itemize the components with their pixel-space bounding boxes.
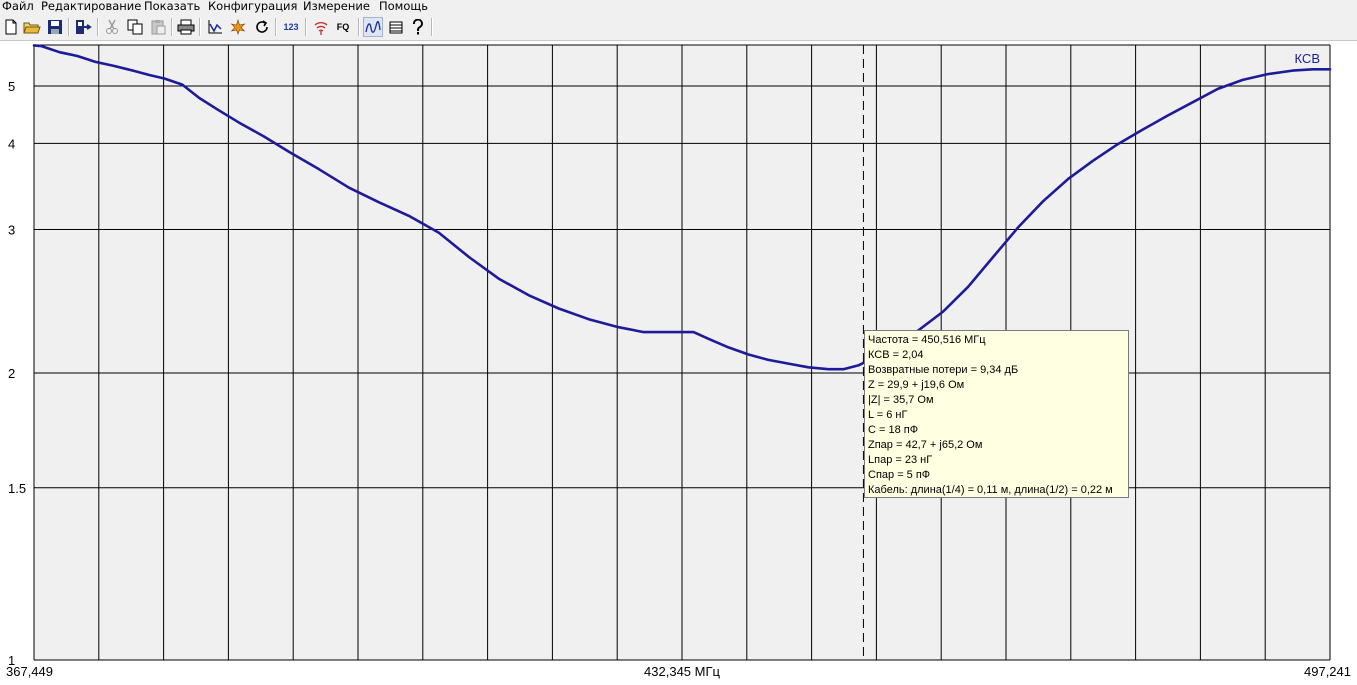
vertical-grid xyxy=(33,45,1331,660)
series-legend-label: КСВ xyxy=(1295,51,1321,66)
vswr-chart[interactable]: 11.52345 КСВ 367,449 432,345 МГц 497,241 xyxy=(0,0,1357,685)
readout-line: Cпар = 5 пФ xyxy=(868,469,931,481)
readout-line: Частота = 450,516 МГц xyxy=(868,334,986,346)
y-tick-label: 4 xyxy=(8,136,15,151)
y-tick-labels: 11.52345 xyxy=(8,79,26,668)
cursor-readout-tooltip: Частота = 450,516 МГц КСВ = 2,04 Возвратны… xyxy=(864,330,1129,498)
x-tick-label-left: 367,449 xyxy=(6,664,53,679)
readout-line: Кабель: длина(1/4) = 0,11 м, длина(1/2) … xyxy=(868,484,1113,496)
y-tick-label: 3 xyxy=(8,223,15,238)
readout-line: Возвратные потери = 9,34 дБ xyxy=(868,364,1019,376)
y-tick-label: 1.5 xyxy=(8,481,26,496)
readout-line: L = 6 нГ xyxy=(868,409,908,421)
x-tick-label-right: 497,241 xyxy=(1304,664,1351,679)
readout-line: C = 18 пФ xyxy=(868,424,919,436)
readout-line: Lпар = 23 нГ xyxy=(868,454,933,466)
readout-line: Z = 29,9 + j19,6 Ом xyxy=(868,379,965,391)
y-tick-label: 5 xyxy=(8,79,15,94)
readout-line: Zпар = 42,7 + j65,2 Ом xyxy=(868,439,983,451)
readout-line: КСВ = 2,04 xyxy=(868,349,924,361)
readout-line: |Z| = 35,7 Ом xyxy=(868,394,934,406)
y-tick-label: 2 xyxy=(8,366,15,381)
x-tick-label-center: 432,345 МГц xyxy=(644,664,720,679)
